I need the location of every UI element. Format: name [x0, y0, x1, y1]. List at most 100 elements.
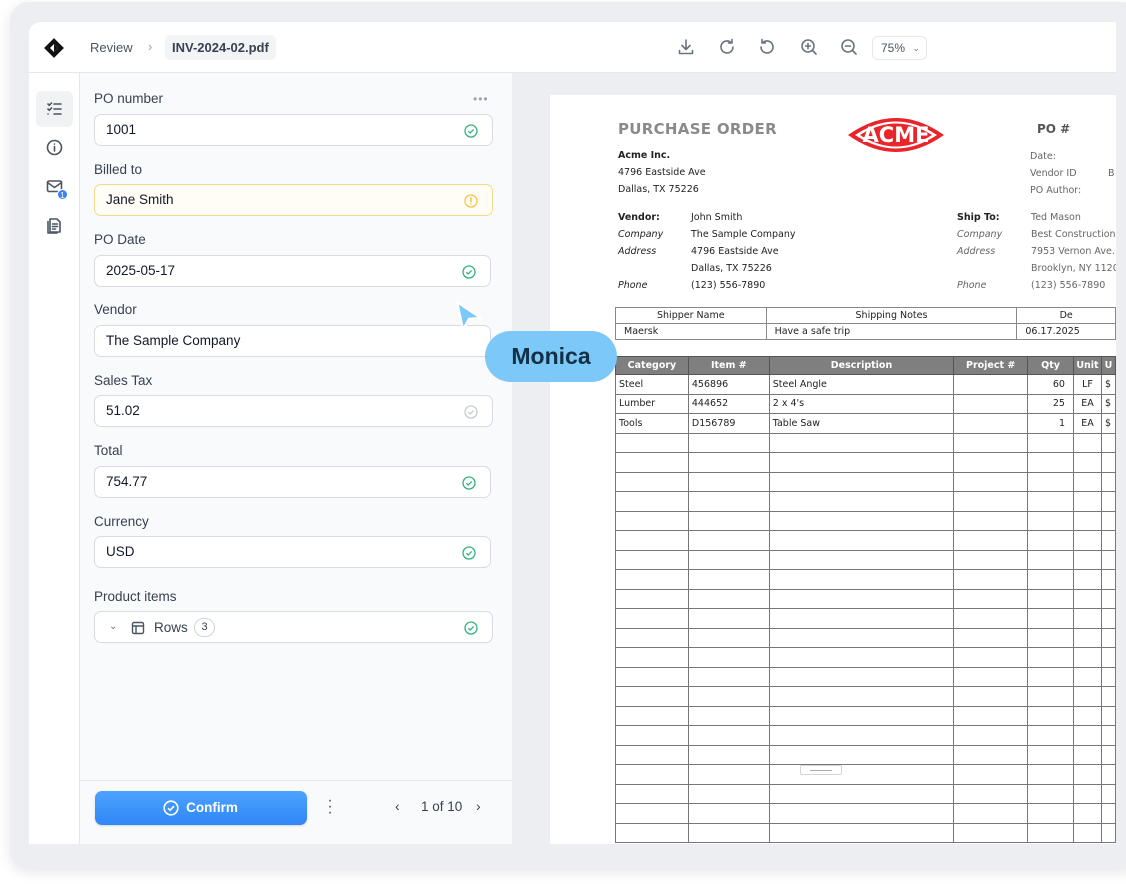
table-cell: EA	[1072, 413, 1102, 434]
items-header-cell: Project #	[953, 356, 1029, 375]
table-cell	[768, 705, 955, 726]
breadcrumb-file-name[interactable]: INV-2024-02.pdf	[165, 35, 276, 60]
table-cell: $	[1100, 374, 1116, 395]
field-label-po-date: PO Date	[94, 232, 146, 247]
next-page-icon[interactable]: ›	[476, 798, 481, 814]
table-cell	[687, 822, 770, 843]
table-cell	[1100, 705, 1116, 726]
table-cell	[1072, 549, 1102, 570]
table-cell	[953, 764, 1029, 785]
table-cell	[768, 666, 955, 687]
table-cell	[1100, 744, 1116, 765]
table-cell	[1072, 666, 1102, 687]
empty-table-row	[615, 725, 1116, 746]
sales-tax-field[interactable]: 51.02	[94, 395, 493, 427]
table-cell	[1072, 530, 1102, 551]
zoom-in-icon[interactable]	[799, 37, 819, 57]
field-label-sales-tax: Sales Tax	[94, 373, 153, 388]
vendor-address-label: Address	[618, 246, 657, 257]
field-label-po-number: PO number	[94, 91, 164, 106]
document-icon	[47, 218, 61, 234]
empty-table-row	[615, 686, 1116, 707]
check-circle-icon	[464, 124, 478, 138]
document-viewer[interactable]: PURCHASE ORDER ACME PO # Acme Inc. 4796 …	[512, 73, 1116, 844]
collaborator-name-tag: Monica	[485, 331, 617, 382]
currency-field[interactable]: USD	[94, 536, 491, 568]
table-cell	[687, 705, 770, 726]
more-options-icon[interactable]: •••	[473, 92, 489, 106]
rail-mail-button[interactable]: 1	[36, 169, 73, 205]
empty-table-row	[615, 783, 1116, 804]
table-cell	[768, 744, 955, 765]
table-row: Steel 456896 Steel Angle 60 LF $	[615, 374, 1116, 395]
table-cell: Table Saw	[768, 413, 955, 434]
table-cell	[687, 666, 770, 687]
table-cell	[768, 452, 955, 473]
prev-page-icon[interactable]: ‹	[395, 798, 400, 814]
po-date-field[interactable]: 2025-05-17	[94, 255, 491, 287]
page-indicator: 1 of 10	[421, 799, 463, 814]
empty-table-row	[615, 471, 1116, 492]
total-field[interactable]: 754.77	[94, 466, 491, 498]
table-cell	[1027, 783, 1074, 804]
table-cell	[1100, 530, 1116, 551]
table-cell: EA	[1072, 393, 1102, 414]
items-header-cell: Description	[768, 356, 955, 375]
table-cell	[1072, 432, 1102, 453]
table-cell	[687, 608, 770, 629]
table-cell	[687, 744, 770, 765]
field-label-vendor: Vendor	[94, 302, 137, 317]
table-cell	[687, 647, 770, 668]
table-cell: 25	[1027, 393, 1074, 414]
table-cell	[615, 510, 689, 531]
empty-table-row	[615, 803, 1116, 824]
table-cell	[1072, 725, 1102, 746]
empty-table-row	[615, 491, 1116, 512]
chevron-down-icon[interactable]: ⌄	[109, 621, 117, 632]
confirm-button[interactable]: Confirm	[95, 791, 307, 825]
table-cell	[1027, 764, 1074, 785]
table-cell	[1072, 803, 1102, 824]
table-cell	[953, 452, 1029, 473]
rail-info-button[interactable]	[36, 130, 73, 166]
table-cell	[615, 549, 689, 570]
po-number-heading: PO #	[1037, 122, 1071, 136]
vendor-field[interactable]: The Sample Company	[94, 325, 491, 357]
rail-fields-button[interactable]	[36, 91, 73, 127]
table-cell	[687, 725, 770, 746]
zoom-out-icon[interactable]	[839, 37, 859, 57]
billed-to-field[interactable]: Jane Smith	[94, 184, 493, 216]
page-scroll-handle[interactable]	[800, 765, 842, 775]
shipping-header-cell: Shipper Name	[615, 307, 767, 324]
app-logo-icon[interactable]	[41, 35, 67, 61]
product-items-rows[interactable]: ⌄ Rows 3	[94, 611, 493, 643]
table-cell	[953, 530, 1029, 551]
rotate-ccw-icon[interactable]	[757, 37, 777, 57]
zoom-select[interactable]: 75% ⌄	[872, 36, 927, 60]
table-cell	[1100, 569, 1116, 590]
table-cell	[687, 491, 770, 512]
table-cell	[615, 783, 689, 804]
breadcrumb-review[interactable]: Review	[90, 40, 133, 55]
table-cell	[615, 491, 689, 512]
table-cell	[1027, 452, 1074, 473]
table-cell	[953, 783, 1029, 804]
shipping-cell: Maersk	[615, 323, 767, 340]
more-vertical-icon[interactable]: · · ·	[326, 793, 334, 821]
table-cell	[1027, 705, 1074, 726]
rail-document-button[interactable]	[36, 208, 73, 244]
mail-badge: 1	[57, 189, 68, 200]
table-cell	[1100, 549, 1116, 570]
rotate-cw-icon[interactable]	[717, 37, 737, 57]
po-number-field[interactable]: 1001	[94, 114, 493, 146]
table-cell	[687, 803, 770, 824]
empty-table-row	[615, 666, 1116, 687]
check-circle-icon	[462, 546, 476, 560]
download-icon[interactable]	[676, 37, 696, 57]
empty-table-row	[615, 627, 1116, 648]
table-cell: Steel	[615, 374, 689, 395]
table-cell	[1072, 471, 1102, 492]
vendor-street: 4796 Eastside Ave	[691, 246, 779, 257]
vendor-city: Dallas, TX 75226	[691, 263, 772, 274]
company-street: 4796 Eastside Ave	[618, 167, 706, 178]
